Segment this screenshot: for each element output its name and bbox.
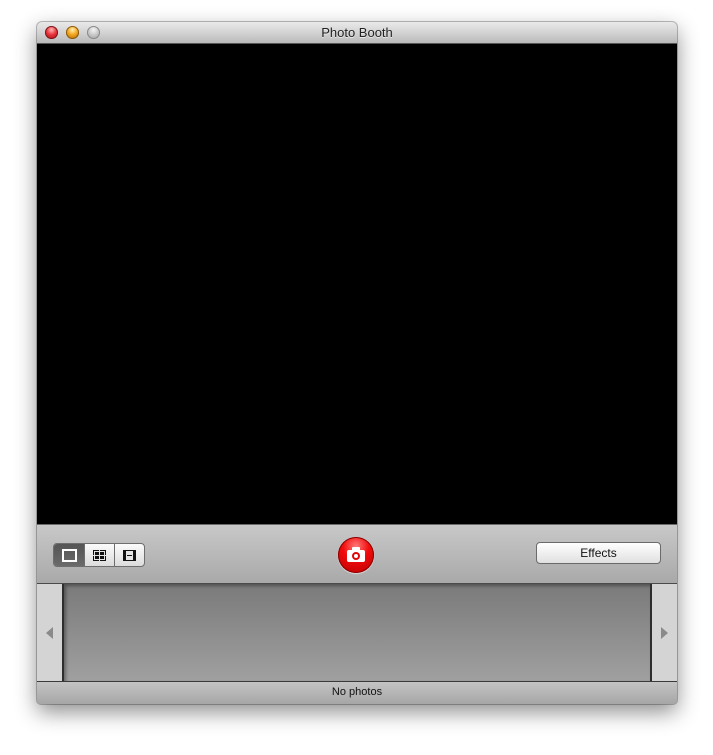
- chevron-right-icon: [661, 626, 668, 639]
- scroll-right-button[interactable]: [650, 584, 677, 681]
- photo-strip: [37, 584, 677, 681]
- effects-button[interactable]: Effects: [536, 542, 661, 564]
- camera-preview: [37, 44, 677, 524]
- scroll-left-button[interactable]: [37, 584, 64, 681]
- photo-booth-window: Photo Booth Effects No photos: [37, 22, 677, 704]
- status-bar: No photos: [37, 681, 677, 704]
- four-up-mode-button[interactable]: [84, 544, 114, 566]
- camera-icon: [347, 547, 365, 562]
- film-icon: [123, 549, 136, 561]
- chevron-left-icon: [46, 626, 53, 639]
- take-photo-button[interactable]: [338, 537, 374, 573]
- thumbnail-area[interactable]: [64, 584, 650, 681]
- status-text: No photos: [331, 686, 383, 698]
- single-frame-icon: [61, 548, 77, 562]
- single-photo-mode-button[interactable]: [54, 544, 84, 566]
- movie-clip-mode-button[interactable]: [114, 544, 144, 566]
- title-bar[interactable]: Photo Booth: [37, 22, 677, 44]
- window-title: Photo Booth: [321, 25, 393, 40]
- mode-selector: [53, 543, 145, 567]
- toolbar: Effects: [37, 524, 677, 584]
- grid-icon: [93, 549, 106, 561]
